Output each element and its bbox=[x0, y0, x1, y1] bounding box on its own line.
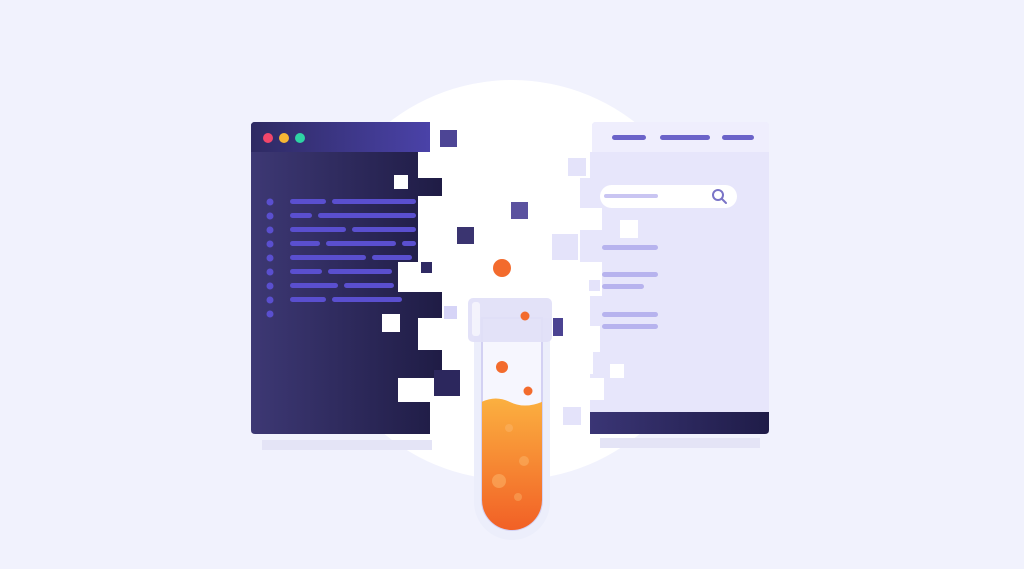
editor-titlebar bbox=[251, 122, 430, 152]
code-line bbox=[290, 213, 312, 218]
code-line bbox=[290, 255, 366, 260]
line-bullet bbox=[266, 268, 274, 276]
code-line bbox=[332, 199, 416, 204]
pixel-light bbox=[563, 407, 581, 425]
pixel-dark bbox=[511, 202, 528, 219]
pixel-white bbox=[573, 346, 593, 374]
line-bullet bbox=[266, 198, 274, 206]
editor-shadow bbox=[262, 440, 432, 450]
line-bullet bbox=[266, 212, 274, 220]
pixel-light bbox=[444, 306, 457, 319]
pixel-dark bbox=[457, 227, 474, 244]
code-line bbox=[372, 255, 412, 260]
window-close-dot[interactable] bbox=[263, 133, 273, 143]
code-line bbox=[290, 241, 320, 246]
nav-item[interactable] bbox=[722, 135, 754, 140]
content-line bbox=[602, 272, 658, 277]
content-line bbox=[602, 312, 658, 317]
pixel-white bbox=[382, 314, 400, 332]
code-line bbox=[326, 241, 396, 246]
code-line bbox=[318, 213, 416, 218]
pixel-light bbox=[589, 280, 600, 291]
code-line bbox=[290, 199, 326, 204]
tube-bubble bbox=[520, 311, 530, 321]
content-line bbox=[602, 245, 658, 250]
code-line bbox=[290, 283, 338, 288]
nav-item[interactable] bbox=[660, 135, 710, 140]
code-line bbox=[344, 283, 394, 288]
browser-footer bbox=[590, 412, 769, 434]
line-bullet bbox=[266, 240, 274, 248]
search-placeholder-line bbox=[604, 194, 658, 198]
window-minimize-dot[interactable] bbox=[279, 133, 289, 143]
tube-bubble bbox=[523, 386, 533, 396]
test-tube-icon bbox=[468, 298, 552, 540]
pixel-dark bbox=[553, 318, 563, 336]
code-line bbox=[290, 227, 346, 232]
browser-window bbox=[580, 122, 769, 434]
pixel-white bbox=[394, 175, 408, 189]
tube-bubble bbox=[496, 361, 508, 373]
content-line bbox=[602, 324, 658, 329]
code-line bbox=[290, 269, 322, 274]
pixel-dark bbox=[434, 370, 460, 396]
tube-cap-highlight bbox=[472, 302, 480, 336]
illustration-canvas bbox=[251, 80, 769, 540]
window-maximize-dot[interactable] bbox=[295, 133, 305, 143]
line-bullet bbox=[266, 310, 274, 318]
content-line bbox=[602, 284, 644, 289]
code-line bbox=[402, 241, 416, 246]
browser-nav bbox=[612, 135, 754, 140]
line-bullet bbox=[266, 254, 274, 262]
pixel-white bbox=[620, 220, 638, 238]
line-bullet bbox=[266, 296, 274, 304]
browser-shadow bbox=[600, 438, 760, 448]
code-line bbox=[332, 297, 402, 302]
line-bullet bbox=[266, 226, 274, 234]
tube-cap bbox=[468, 298, 552, 342]
code-line bbox=[328, 269, 392, 274]
pixel-dark bbox=[440, 130, 457, 147]
code-line bbox=[290, 297, 326, 302]
pixel-light bbox=[568, 158, 586, 176]
code-line bbox=[352, 227, 416, 232]
illustration bbox=[0, 0, 1024, 569]
nav-item[interactable] bbox=[612, 135, 646, 140]
search-bar[interactable] bbox=[600, 185, 737, 208]
pixel-light bbox=[552, 234, 578, 260]
floating-bubble bbox=[493, 259, 511, 277]
browser-body bbox=[580, 122, 769, 434]
line-bullet bbox=[266, 282, 274, 290]
pixel-white bbox=[610, 364, 624, 378]
pixel-dark bbox=[421, 262, 432, 273]
